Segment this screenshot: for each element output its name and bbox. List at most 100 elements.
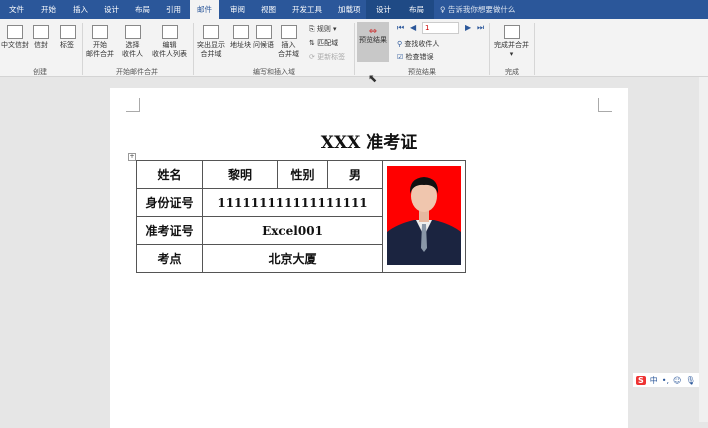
check-errors-button[interactable]: ☑ 检查错误	[397, 52, 434, 62]
group-label-create: 创建	[33, 68, 47, 76]
label: 选择 收件人	[122, 41, 143, 58]
label: 信封	[34, 41, 48, 49]
record-number-input[interactable]: 1	[422, 22, 459, 34]
value-cell[interactable]: 111111111111111111	[202, 188, 383, 217]
divider	[534, 23, 535, 75]
document-page[interactable]: XXX 准考证 + 姓名 黎明 性别 男 身份证号 11111111111111…	[110, 88, 628, 428]
tab-mailings[interactable]: 邮件	[190, 0, 219, 19]
divider	[354, 23, 355, 75]
label: 更新标签	[317, 53, 346, 61]
search-placeholder: 告诉我你想要做什么	[447, 5, 516, 14]
tab-insert[interactable]: 插入	[68, 0, 93, 19]
margin-corner-mark	[598, 98, 612, 112]
check-icon: ☑	[397, 53, 404, 61]
tab-review[interactable]: 审阅	[225, 0, 250, 19]
envelope-icon	[33, 25, 49, 39]
label: 完成并合并	[494, 41, 529, 49]
label-cell: 考点	[136, 244, 203, 273]
labels-icon	[60, 25, 76, 39]
label: 地址块	[230, 41, 251, 49]
ime-toolbar[interactable]: S 中 •, ☺ 🎙	[633, 373, 699, 387]
ribbon: 中文信封 信封 标签 创建 开始 邮件合并 选择 收件人 编辑 收件人列表 开始…	[0, 19, 708, 77]
table-row: 姓名 黎明 性别 男	[136, 160, 466, 273]
find-recipient-button[interactable]: ⚲ 查找收件人	[397, 39, 439, 49]
tab-table-layout[interactable]: 布局	[399, 0, 434, 19]
tab-layout[interactable]: 布局	[130, 0, 155, 19]
label: 插入 合并域	[278, 41, 299, 58]
next-record-button[interactable]: ▶	[465, 23, 471, 32]
highlight-merge-fields-button[interactable]: 突出显示 合并域	[197, 25, 225, 59]
label: 检查错误	[405, 53, 434, 61]
tab-table-design[interactable]: 设计	[366, 0, 401, 19]
label: 中文信封	[1, 41, 29, 49]
tab-references[interactable]: 引用	[161, 0, 186, 19]
group-label-preview: 预览结果	[408, 68, 436, 76]
ime-mode-button[interactable]: 中	[650, 375, 658, 386]
recipients-icon	[124, 25, 141, 39]
microphone-icon[interactable]: 🎙	[685, 376, 695, 385]
group-label-write: 编写和插入域	[253, 68, 295, 76]
document-title: XXX 准考证	[320, 133, 418, 153]
highlight-icon	[203, 25, 219, 39]
photo-cell[interactable]	[382, 160, 466, 273]
sogou-logo-icon: S	[636, 375, 646, 385]
label: 编辑 收件人列表	[152, 41, 187, 58]
first-record-button[interactable]: ⏮	[397, 23, 404, 33]
start-mail-merge-button[interactable]: 开始 邮件合并	[86, 25, 114, 59]
tab-addins[interactable]: 加载项	[333, 0, 366, 19]
edit-recipient-list-button[interactable]: 编辑 收件人列表	[152, 25, 187, 59]
insert-merge-field-button[interactable]: 插入 合并域	[278, 25, 299, 59]
divider	[489, 23, 490, 75]
table-move-handle-icon[interactable]: +	[128, 153, 136, 161]
chinese-envelope-button[interactable]: 中文信封	[1, 25, 29, 50]
emoji-icon[interactable]: ☺	[673, 376, 681, 385]
label-cell: 性别	[277, 160, 328, 189]
finish-merge-button[interactable]: 完成并合并 ▾	[494, 25, 529, 59]
envelope-button[interactable]: 信封	[33, 25, 49, 50]
margin-corner-mark	[126, 98, 140, 112]
search-icon: ⚲	[397, 40, 403, 48]
group-label-finish: 完成	[505, 68, 519, 76]
value-cell[interactable]: Excel001	[202, 216, 383, 245]
divider	[82, 23, 83, 75]
mouse-cursor-icon: ⬉	[368, 72, 378, 85]
divider	[193, 23, 194, 75]
label: 问候语	[253, 41, 274, 49]
envelope-icon	[7, 25, 23, 39]
label: 查找收件人	[404, 40, 440, 48]
tab-file[interactable]: 文件	[4, 0, 29, 19]
label: 匹配域	[317, 39, 339, 47]
finish-merge-icon	[503, 25, 520, 39]
label: 规则	[316, 25, 331, 33]
tab-design[interactable]: 设计	[99, 0, 124, 19]
value-cell[interactable]: 男	[327, 160, 383, 189]
portrait-photo	[387, 165, 461, 265]
rules-button[interactable]: ⎘ 规则 ▾	[309, 24, 337, 34]
value-cell[interactable]: 黎明	[202, 160, 278, 189]
insert-field-icon	[280, 25, 297, 39]
select-recipients-button[interactable]: 选择 收件人	[122, 25, 143, 59]
address-block-button[interactable]: 地址块	[230, 25, 251, 50]
ribbon-tab-bar: 文件 开始 插入 设计 布局 引用 邮件 审阅 视图 开发工具 加载项 设计 布…	[0, 0, 708, 19]
lightbulb-icon: ♀	[440, 5, 448, 14]
tab-view[interactable]: 视图	[256, 0, 281, 19]
address-block-icon	[232, 25, 249, 39]
tell-me-search[interactable]: ♀ 告诉我你想要做什么	[440, 0, 515, 19]
preview-results-button[interactable]: ⇔ 预览结果	[357, 22, 389, 62]
previous-record-button[interactable]: ◀	[410, 23, 416, 32]
match-fields-button[interactable]: ⇅ 匹配域	[309, 38, 338, 48]
greeting-line-button[interactable]: 问候语	[253, 25, 274, 50]
value-cell[interactable]: 北京大厦	[202, 244, 383, 273]
last-record-button[interactable]: ⏭	[477, 23, 484, 33]
tab-home[interactable]: 开始	[36, 0, 61, 19]
vertical-scrollbar[interactable]	[699, 77, 708, 422]
tab-developer[interactable]: 开发工具	[287, 0, 327, 19]
punctuation-icon[interactable]: •,	[662, 376, 669, 385]
label: 开始 邮件合并	[86, 41, 114, 58]
label: 预览结果	[359, 36, 387, 44]
update-labels-button: ⟳ 更新标签	[309, 53, 346, 61]
label-cell: 准考证号	[136, 216, 203, 245]
admission-ticket-table: 姓名 黎明 性别 男 身份证号 111111111111111111 准考证号 …	[136, 160, 466, 273]
label: 标签	[60, 41, 74, 49]
labels-button[interactable]: 标签	[60, 25, 76, 50]
